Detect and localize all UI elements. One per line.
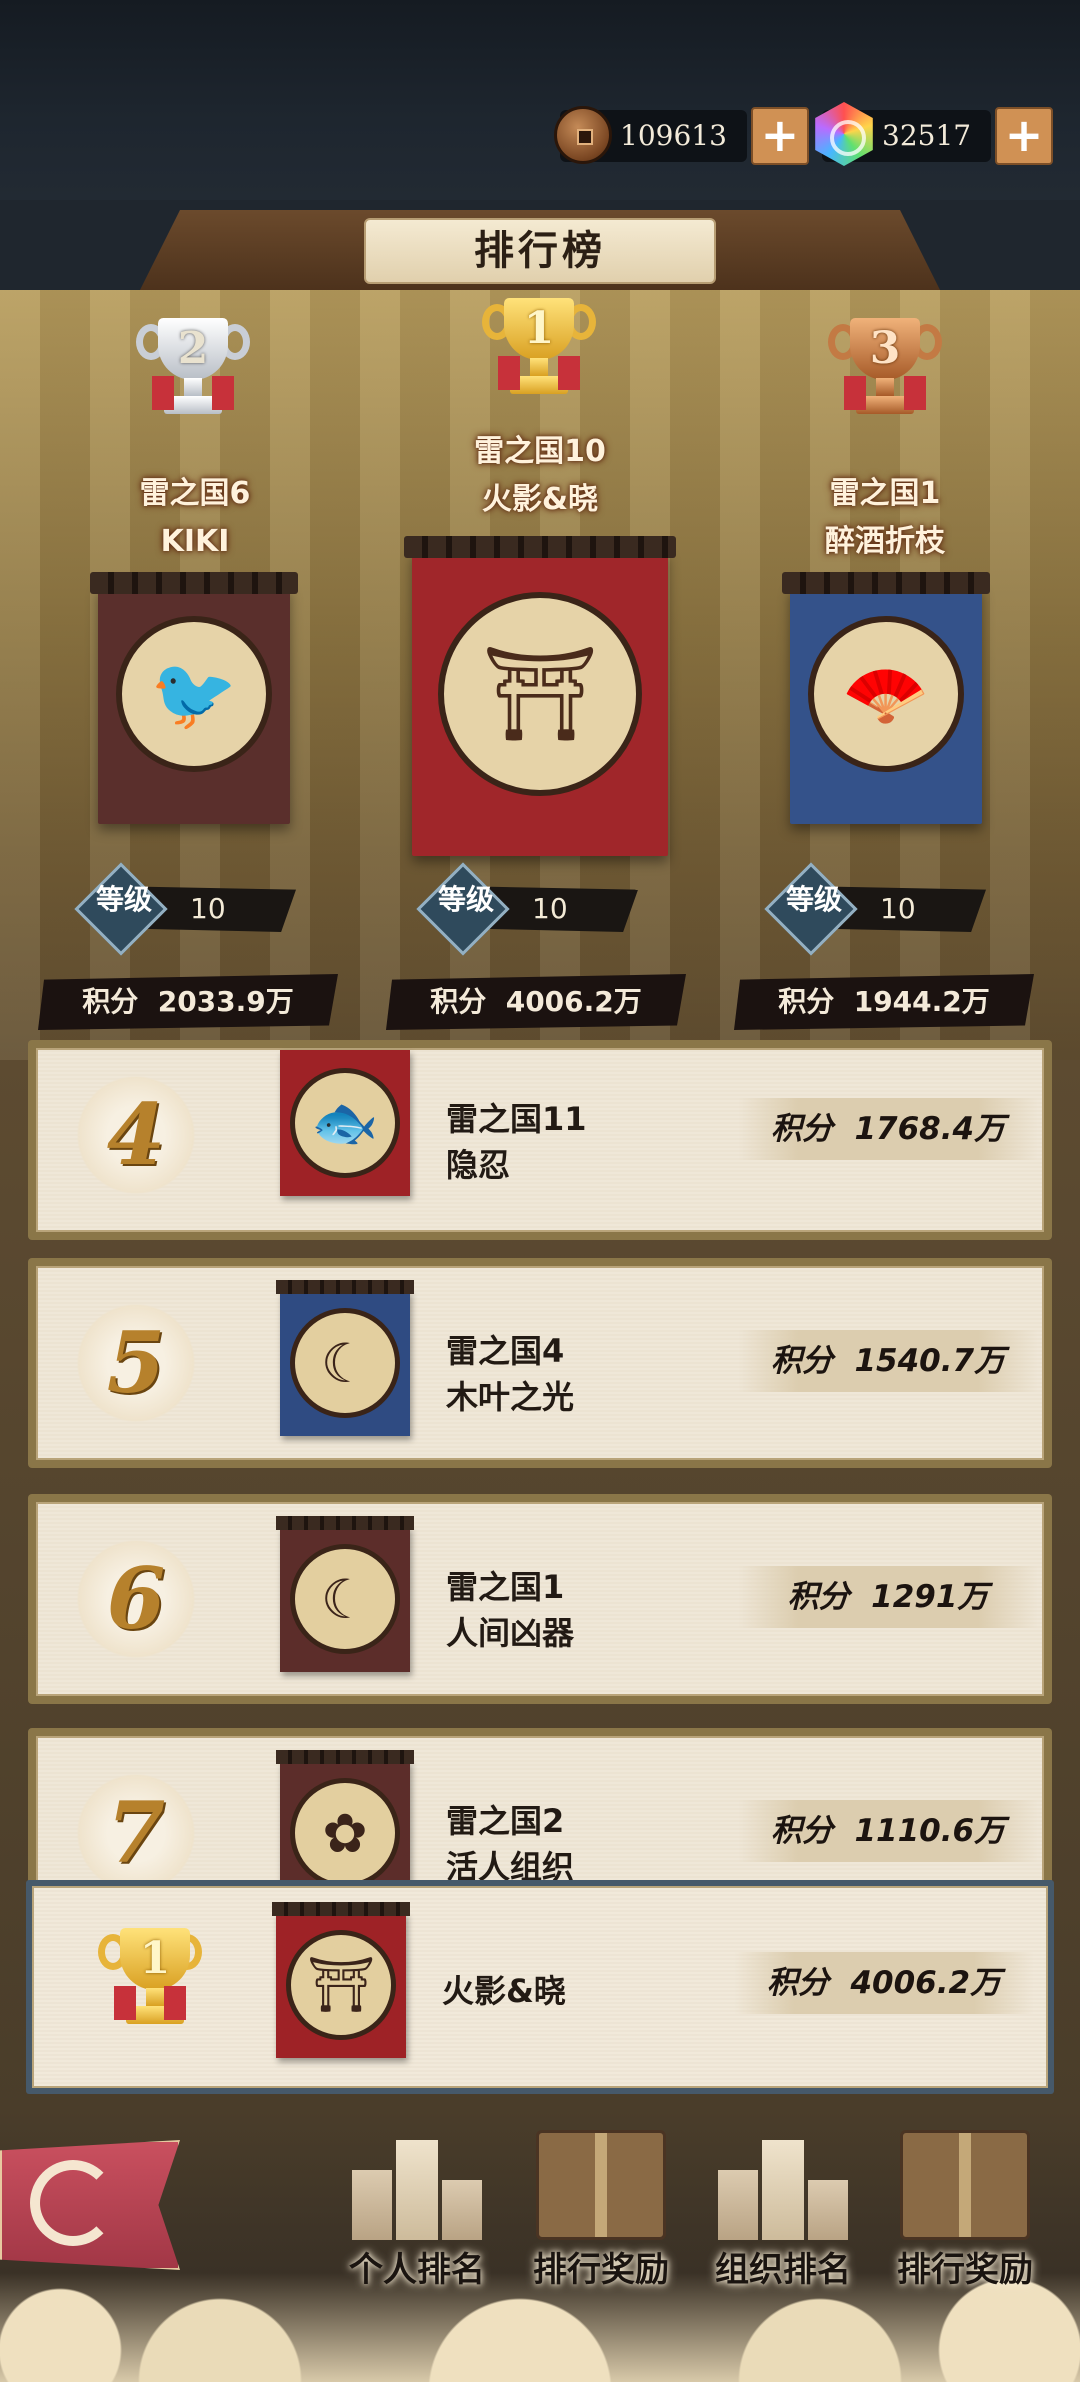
podium-icon xyxy=(352,2130,482,2240)
podium-2-banner[interactable]: 🐦 xyxy=(90,572,298,824)
organization-banner: ⛩ xyxy=(272,1902,410,2058)
podium-1-banner[interactable]: ⛩ xyxy=(404,536,676,856)
podium-3-banner[interactable]: 🪭 xyxy=(782,572,990,824)
nav-label: 排行奖励 xyxy=(897,2250,1033,2290)
level-label: 等级 xyxy=(96,883,153,916)
score-label: 积分 xyxy=(82,985,139,1018)
score: 积分 1291万 xyxy=(738,1566,1038,1628)
my-organization-rank[interactable]: 1 ⛩ 火影&晓 积分 4006.2万 xyxy=(26,1880,1054,2094)
server-name: 雷之国4 xyxy=(446,1332,565,1370)
podium-3-name: 醉酒折枝 xyxy=(825,524,945,559)
nav-label: 排行奖励 xyxy=(533,2250,669,2290)
silver-trophy-icon: 2 xyxy=(128,318,258,428)
server-name: 雷之国2 xyxy=(446,1802,565,1840)
podium-1-score: 积分 4006.2万 xyxy=(386,974,686,1030)
moon-icon: ☾ xyxy=(290,1544,400,1654)
score-label: 积分 xyxy=(770,1111,833,1147)
nav-organization-ranking[interactable]: 组织排名 xyxy=(698,2120,868,2290)
add-coins-button[interactable]: + xyxy=(750,107,809,165)
score: 积分 1540.7万 xyxy=(738,1330,1038,1392)
level-label: 等级 xyxy=(786,883,843,916)
moon-icon: ☾ xyxy=(290,1308,400,1418)
score-label: 积分 xyxy=(766,1965,829,2001)
podium-2-name: KIKI xyxy=(160,524,230,559)
score-value: 1291万 xyxy=(871,1579,989,1615)
score-value: 1540.7万 xyxy=(854,1343,1006,1379)
podium-2-score: 积分 2033.9万 xyxy=(38,974,338,1030)
rank-number: 6 xyxy=(106,1549,166,1648)
podium-1-server: 雷之国10 xyxy=(474,434,606,469)
rank-number: 4 xyxy=(106,1085,166,1184)
gold-trophy-icon: 1 xyxy=(90,1928,210,2038)
organization-name: 木叶之光 xyxy=(446,1378,575,1416)
bronze-trophy-icon: 3 xyxy=(820,318,950,428)
podium-3-server: 雷之国1 xyxy=(829,476,941,511)
score-value: 2033.9万 xyxy=(157,985,294,1018)
nav-ranking-rewards[interactable]: 排行奖励 xyxy=(516,2120,686,2290)
bird-icon: 🐦 xyxy=(116,616,272,772)
organization-name: 火影&晓 xyxy=(442,1972,566,2010)
level-label: 等级 xyxy=(438,883,495,916)
nav-organization-rewards[interactable]: 排行奖励 xyxy=(880,2120,1050,2290)
score-value: 4006.2万 xyxy=(850,1965,1002,2001)
score-value: 1768.4万 xyxy=(854,1111,1006,1147)
list-item[interactable]: 4 🐟 雷之国11 隐忍 积分 1768.4万 xyxy=(28,1040,1052,1240)
page-title: 排行榜 xyxy=(364,218,716,284)
score: 积分 4006.2万 xyxy=(734,1952,1034,2014)
nav-personal-ranking[interactable]: 个人排名 xyxy=(332,2120,502,2290)
score-label: 积分 xyxy=(778,985,835,1018)
organization-name: 人间凶器 xyxy=(446,1614,575,1652)
top-bar xyxy=(0,0,1080,200)
gold-trophy-icon: 1 xyxy=(474,298,604,408)
add-gems-button[interactable]: + xyxy=(995,107,1054,165)
gem-counter: 32517 + xyxy=(815,102,1054,166)
rank-number: 7 xyxy=(106,1783,166,1882)
score-label: 积分 xyxy=(430,985,487,1018)
podium-icon xyxy=(718,2130,848,2240)
torii-icon: ⛩ xyxy=(286,1930,396,2040)
podium-1-name: 火影&晓 xyxy=(481,482,599,517)
score: 积分 1768.4万 xyxy=(738,1098,1038,1160)
podium-2-server: 雷之国6 xyxy=(139,476,251,511)
score-value: 1110.6万 xyxy=(854,1813,1006,1849)
trophy-rank-number: 3 xyxy=(869,323,901,374)
score-label: 积分 xyxy=(787,1579,850,1615)
list-item[interactable]: 5 ☾ 雷之国4 木叶之光 积分 1540.7万 xyxy=(28,1258,1052,1468)
gift-box-icon xyxy=(536,2130,666,2240)
organization-banner: ☾ xyxy=(276,1516,414,1672)
swirl-icon xyxy=(30,2160,116,2246)
nav-label: 组织排名 xyxy=(715,2250,851,2290)
server-name: 雷之国1 xyxy=(446,1568,565,1606)
organization-banner: ☾ xyxy=(276,1280,414,1436)
score-value: 1944.2万 xyxy=(853,985,990,1018)
nav-label: 个人排名 xyxy=(349,2250,485,2290)
list-item[interactable]: 6 ☾ 雷之国1 人间凶器 积分 1291万 xyxy=(28,1494,1052,1704)
trophy-rank-number: 1 xyxy=(139,1933,171,1984)
rank-number: 5 xyxy=(106,1313,166,1412)
organization-banner: 🐟 xyxy=(280,1050,410,1196)
score-label: 积分 xyxy=(770,1343,833,1379)
copper-coin-icon xyxy=(554,106,612,164)
score-value: 4006.2万 xyxy=(505,985,642,1018)
trophy-rank-number: 1 xyxy=(523,303,555,354)
trophy-rank-number: 2 xyxy=(177,323,209,374)
score-label: 积分 xyxy=(770,1813,833,1849)
sakura-icon: ✿ xyxy=(290,1778,400,1888)
gift-box-icon xyxy=(900,2130,1030,2240)
koi-icon: 🐟 xyxy=(290,1068,400,1178)
podium-3-score: 积分 1944.2万 xyxy=(734,974,1034,1030)
score: 积分 1110.6万 xyxy=(738,1800,1038,1862)
fan-icon: 🪭 xyxy=(808,616,964,772)
organization-name: 隐忍 xyxy=(446,1146,511,1184)
server-name: 雷之国11 xyxy=(446,1100,587,1138)
torii-icon: ⛩ xyxy=(438,592,642,796)
coin-counter: 109613 + xyxy=(554,106,809,165)
